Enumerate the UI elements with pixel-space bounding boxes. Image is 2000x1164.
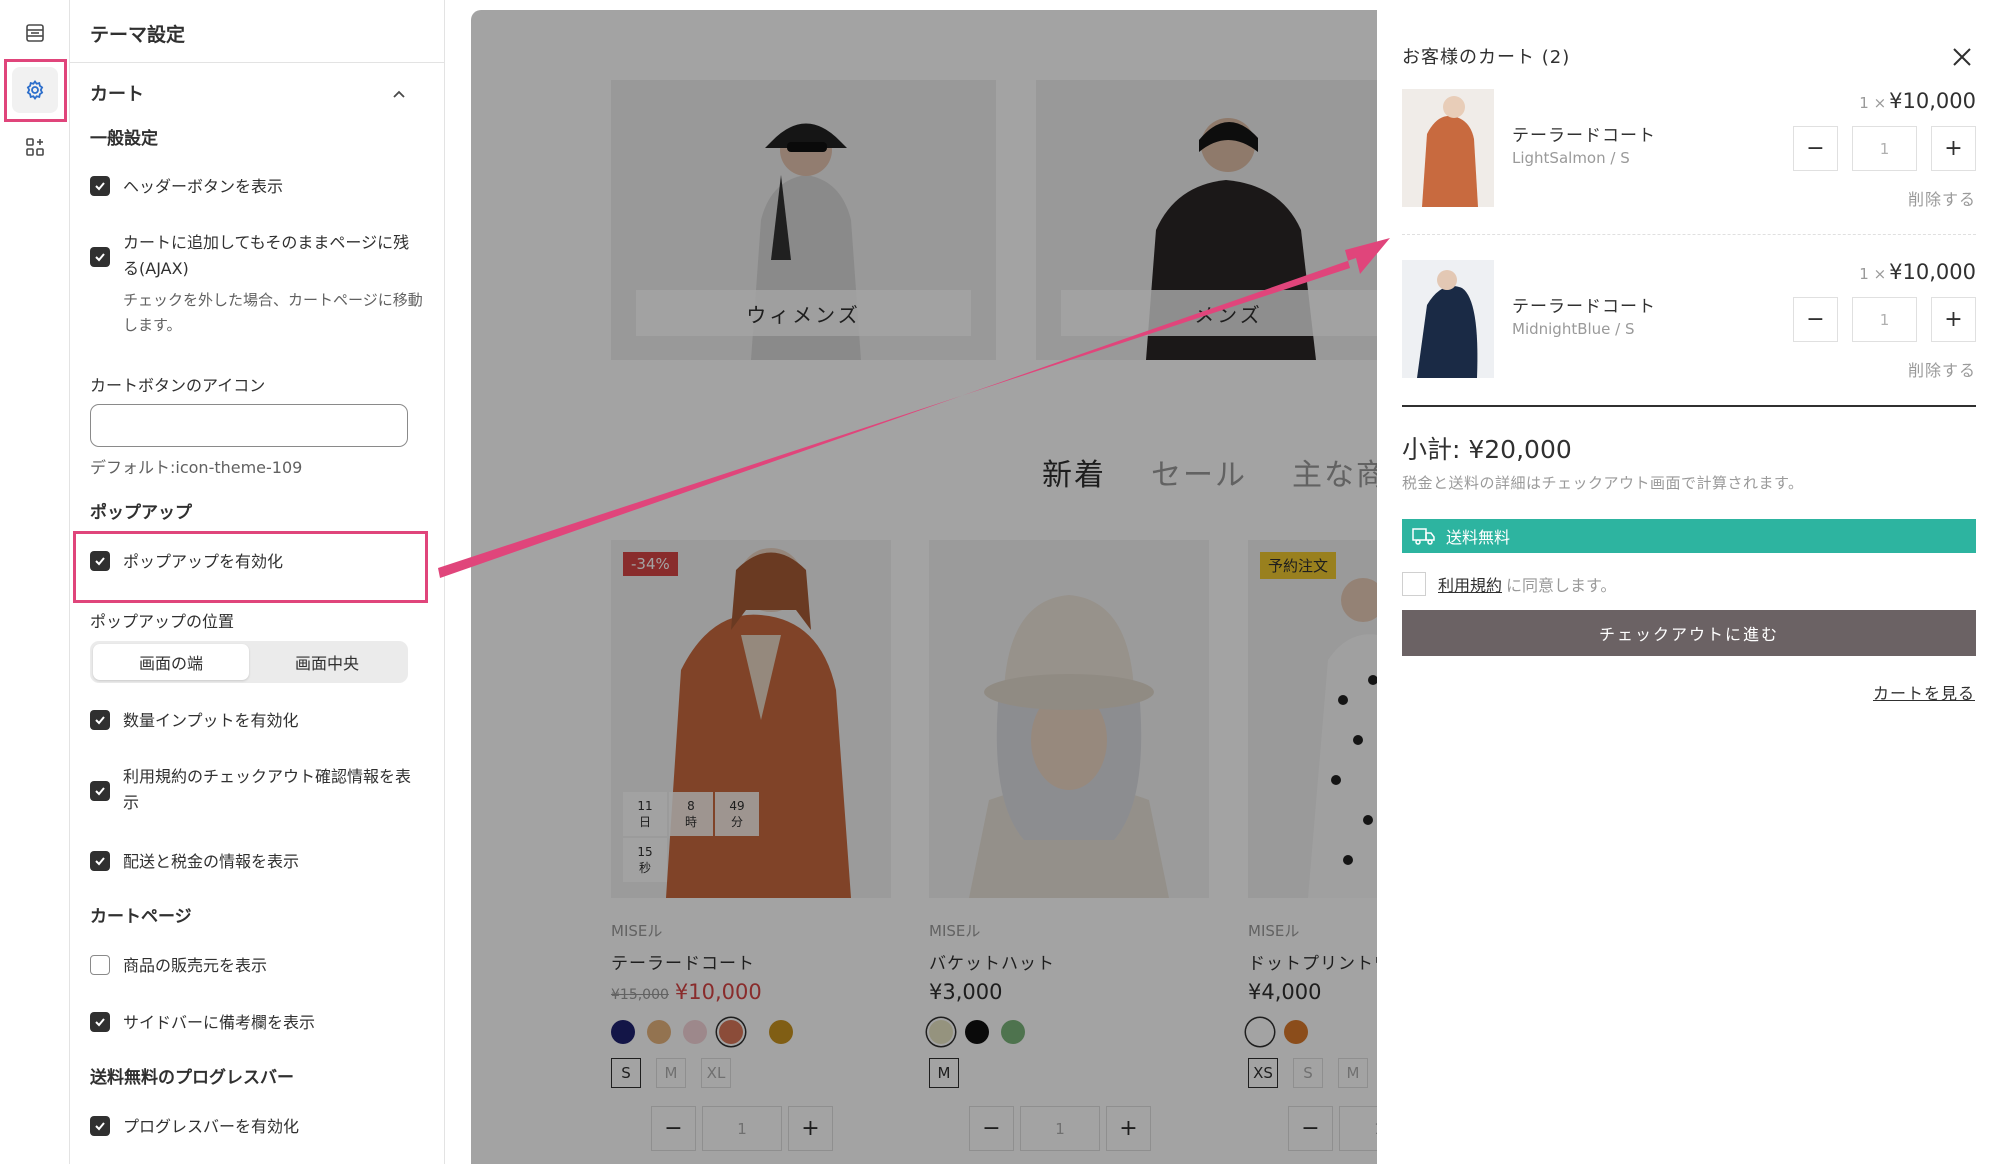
chevron-up-icon[interactable] (388, 84, 410, 106)
terms-text: に同意します。 (1506, 576, 1617, 595)
checkbox-checked[interactable] (90, 1116, 110, 1136)
plus-button[interactable]: + (1931, 297, 1976, 342)
quantity-value[interactable]: 1 (1852, 126, 1917, 171)
remove-link[interactable]: 削除する (1908, 186, 1976, 210)
checkbox-ajax[interactable]: カートに追加してもそのままページに残る(AJAX) (90, 230, 420, 282)
remove-link[interactable]: 削除する (1908, 357, 1976, 381)
quantity-value[interactable]: 1 (1852, 297, 1917, 342)
view-cart-link[interactable]: カートを見る (1873, 680, 1975, 704)
checkbox-qty-input[interactable]: 数量インプットを有効化 (90, 708, 420, 734)
checkbox-checked[interactable] (90, 710, 110, 730)
cart-drawer: お客様のカート (2) テーラードコート LightSalmon / S 1 ×… (1377, 10, 2000, 1164)
divider (1402, 234, 1976, 235)
quantity-multiplier: 1 × (1859, 265, 1887, 283)
checkbox-label: 商品の販売元を表示 (123, 956, 268, 975)
checkbox-label: ヘッダーボタンを表示 (123, 177, 284, 196)
checkbox-terms[interactable]: 利用規約のチェックアウト確認情報を表示 (90, 764, 420, 816)
checkbox-show-header-button[interactable]: ヘッダーボタンを表示 (90, 174, 420, 200)
subtotal: 小計: ¥20,000 (1402, 435, 1572, 464)
plus-button[interactable]: + (1931, 126, 1976, 171)
line-item-variant: LightSalmon / S (1512, 149, 1630, 167)
tax-note: 税金と送料の詳細はチェックアウト画面で計算されます。 (1402, 474, 1804, 492)
field-hint: デフォルト:icon-theme-109 (90, 458, 303, 477)
line-item-name[interactable]: テーラードコート (1512, 292, 1656, 317)
segment-center[interactable]: 画面中央 (249, 644, 405, 680)
checkbox-label: プログレスバーを有効化 (123, 1117, 300, 1136)
cart-title: お客様のカート (2) (1402, 47, 1571, 68)
line-item-image[interactable] (1402, 89, 1494, 207)
price-value: ¥10,000 (1889, 260, 1976, 284)
highlight-box (73, 531, 428, 603)
icon-input[interactable] (90, 404, 408, 447)
terms-checkbox[interactable] (1402, 572, 1426, 596)
checkbox-progress-enable[interactable]: プログレスバーを有効化 (90, 1114, 420, 1140)
line-item-variant: MidnightBlue / S (1512, 320, 1635, 338)
cart-page-heading: カートページ (90, 907, 192, 927)
highlight-box (4, 59, 67, 122)
free-shipping-text: 送料無料 (1446, 528, 1511, 547)
section-title[interactable]: カート (90, 80, 144, 106)
cart-line-item: テーラードコート LightSalmon / S 1 × ¥10,000 − 1 … (1402, 89, 1976, 239)
checkbox-unchecked[interactable] (90, 955, 110, 975)
terms-link[interactable]: 利用規約 (1438, 572, 1502, 596)
divider (1402, 405, 1976, 407)
field-label: ポップアップの位置 (90, 612, 235, 631)
progress-heading: 送料無料のプログレスバー (90, 1068, 294, 1088)
settings-panel: テーマ設定 カート 一般設定 ヘッダーボタンを表示 カートに追加してもそのままペ… (70, 0, 445, 1164)
cart-line-item: テーラードコート MidnightBlue / S 1 × ¥10,000 − 1… (1402, 260, 1976, 410)
popup-position-segmented[interactable]: 画面の端 画面中央 (90, 641, 408, 683)
apps-icon[interactable] (12, 124, 58, 170)
line-item-price: 1 × ¥10,000 (1859, 260, 1976, 284)
checkbox-label: 利用規約のチェックアウト確認情報を表示 (123, 767, 412, 812)
checkbox-checked[interactable] (90, 851, 110, 871)
icon-rail (0, 0, 70, 1164)
terms-agreement: 利用規約 に同意します。 (1402, 572, 1616, 596)
quantity-stepper: − 1 + (1793, 297, 1976, 342)
quantity-multiplier: 1 × (1859, 94, 1887, 112)
line-item-name[interactable]: テーラードコート (1512, 121, 1656, 146)
checkbox-sidebar-notes[interactable]: サイドバーに備考欄を表示 (90, 1010, 420, 1036)
minus-button[interactable]: − (1793, 297, 1838, 342)
popup-heading: ポップアップ (90, 503, 192, 523)
divider (70, 62, 444, 63)
truck-icon (1412, 528, 1435, 545)
sections-icon[interactable] (12, 10, 58, 56)
checkbox-checked[interactable] (90, 1012, 110, 1032)
minus-button[interactable]: − (1793, 126, 1838, 171)
checkbox-shipping-tax[interactable]: 配送と税金の情報を表示 (90, 849, 420, 875)
checkbox-checked[interactable] (90, 781, 110, 801)
checkbox-label: サイドバーに備考欄を表示 (123, 1013, 316, 1032)
panel-title: テーマ設定 (90, 24, 186, 46)
close-icon[interactable] (1951, 46, 1973, 68)
checkbox-label: 数量インプットを有効化 (123, 711, 299, 730)
field-label: カートボタンのアイコン (90, 376, 266, 395)
checkbox-label: カートに追加してもそのままページに残る(AJAX) (123, 233, 410, 278)
price-value: ¥10,000 (1889, 89, 1976, 113)
checkbox-show-vendor[interactable]: 商品の販売元を表示 (90, 953, 420, 979)
checkbox-checked[interactable] (90, 176, 110, 196)
line-item-image[interactable] (1402, 260, 1494, 378)
checkbox-checked[interactable] (90, 247, 110, 267)
quantity-stepper: − 1 + (1793, 126, 1976, 171)
segment-edge[interactable]: 画面の端 (93, 644, 249, 680)
help-text: チェックを外した場合、カートページに移動します。 (123, 291, 423, 334)
checkout-button[interactable]: チェックアウトに進む (1402, 610, 1976, 656)
line-item-price: 1 × ¥10,000 (1859, 89, 1976, 113)
general-heading: 一般設定 (90, 129, 158, 149)
free-shipping-bar: 送料無料 (1402, 519, 1976, 553)
checkbox-label: 配送と税金の情報を表示 (123, 852, 300, 871)
